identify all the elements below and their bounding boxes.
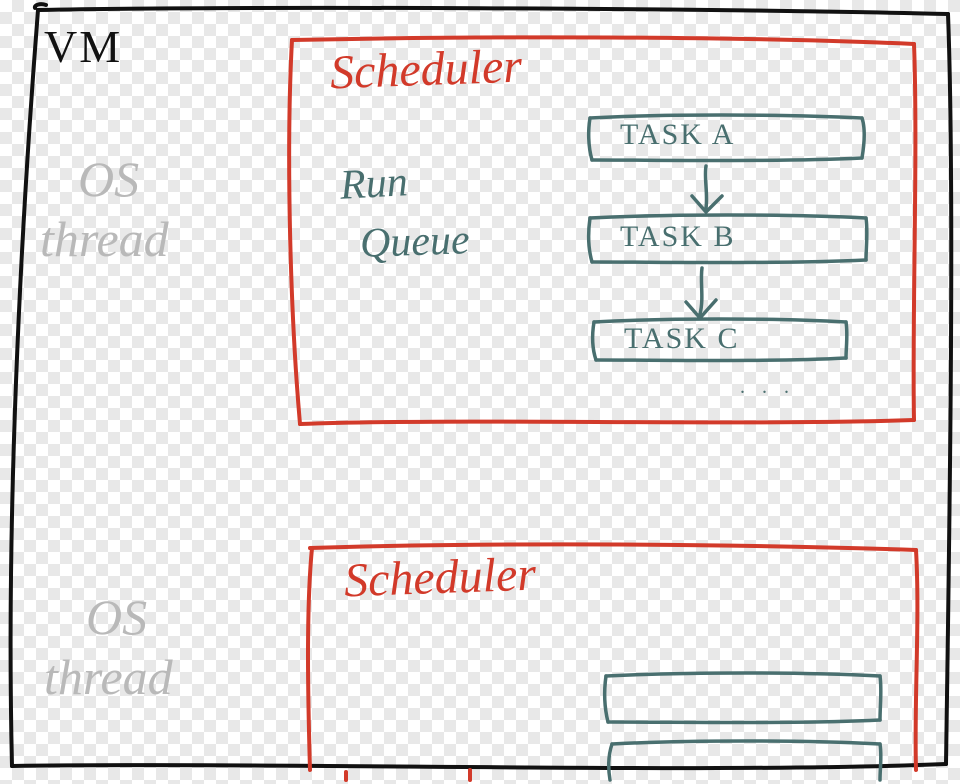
arrow-b-to-c xyxy=(686,268,716,318)
sched2-task-box-2 xyxy=(609,741,881,780)
task-c-label: TASK C xyxy=(624,322,739,356)
run-queue-label-line1: Run xyxy=(339,158,409,209)
task-a-label: TASK A xyxy=(620,118,735,152)
os-thread-label-2-line1: OS xyxy=(86,588,147,646)
os-thread-label-1-line2: thread xyxy=(40,210,169,268)
os-thread-label-2-line2: thread xyxy=(44,648,173,706)
task-b-label: TASK B xyxy=(620,220,735,254)
scheduler-title-2: Scheduler xyxy=(343,547,537,609)
scheduler-title-1: Scheduler xyxy=(329,39,523,101)
run-queue-label-line2: Queue xyxy=(359,216,470,268)
arrow-a-to-b xyxy=(692,166,722,212)
os-thread-label-1-line1: OS xyxy=(78,150,139,208)
vm-label: VM xyxy=(44,20,122,73)
sched2-task-box-1 xyxy=(605,673,881,723)
task-ellipsis: . . . xyxy=(740,376,795,399)
